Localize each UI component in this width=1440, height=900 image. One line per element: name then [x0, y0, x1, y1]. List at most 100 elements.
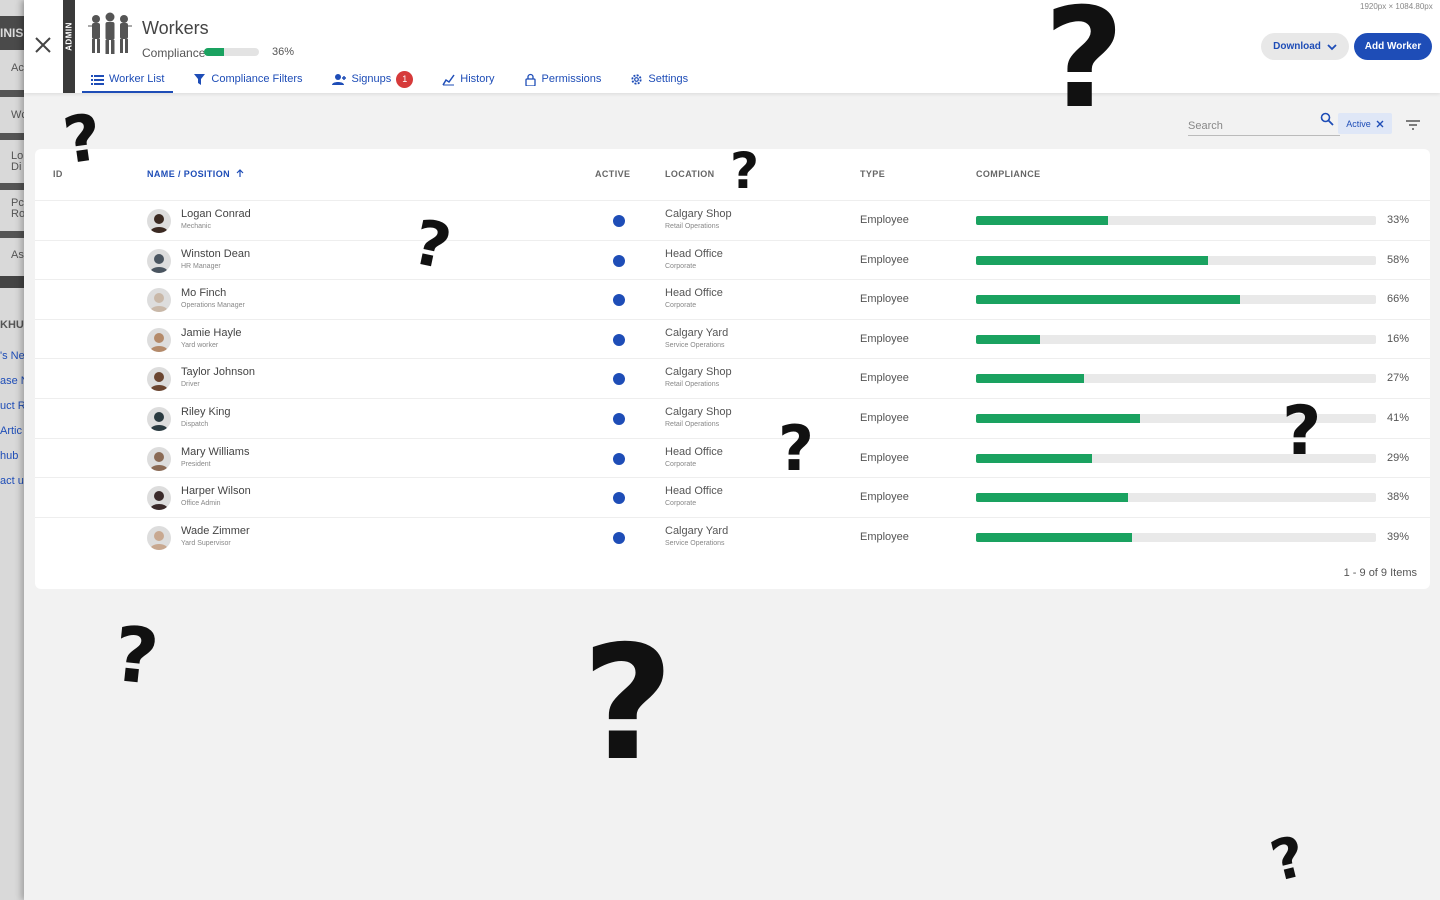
worker-position: Dispatch — [181, 421, 209, 428]
download-label: Download — [1273, 41, 1321, 52]
tab-signups[interactable]: Signups 1 — [323, 66, 423, 92]
column-header-id[interactable]: ID — [53, 169, 63, 179]
admin-strip: ADMIN — [63, 0, 75, 93]
table-row[interactable]: Mo Finch Operations Manager Head Office Cor… — [35, 279, 1430, 319]
worker-name[interactable]: Taylor Johnson — [181, 366, 255, 378]
avatar — [147, 525, 171, 550]
table-row[interactable]: Jamie Hayle Yard worker Calgary Yard Servic… — [35, 318, 1430, 359]
worker-location-group: Retail Operations — [665, 421, 720, 428]
compliance-pct: 27% — [1387, 372, 1410, 385]
compliance-bar — [976, 334, 1376, 344]
active-filter-chip[interactable]: Active — [1338, 113, 1392, 134]
active-indicator — [613, 413, 625, 425]
background-divider — [0, 133, 24, 140]
background-app-line: Ro — [11, 208, 24, 220]
add-worker-button[interactable]: Add Worker — [1354, 33, 1432, 60]
compliance-pct: 39% — [1387, 530, 1410, 543]
chevron-down-icon — [1327, 43, 1337, 50]
compliance-pct: 58% — [1387, 253, 1410, 266]
table-row[interactable]: Logan Conrad Mechanic Calgary Shop Retail O… — [35, 200, 1430, 240]
compliance-pct: 16% — [1387, 332, 1410, 345]
compliance-bar — [976, 532, 1376, 542]
worker-name[interactable]: Logan Conrad — [181, 208, 251, 220]
tab-settings[interactable]: Settings — [621, 66, 697, 92]
tab-permissions[interactable]: Permissions — [515, 66, 611, 92]
worker-name[interactable]: Jamie Hayle — [181, 327, 242, 339]
column-header-location[interactable]: LOCATION — [665, 169, 715, 179]
worker-type: Employee — [860, 332, 909, 345]
close-icon[interactable] — [32, 34, 54, 56]
compliance-bar-fill — [976, 216, 1108, 225]
search-input[interactable] — [1188, 112, 1308, 134]
filter-icon — [194, 73, 206, 85]
worker-name[interactable]: Winston Dean — [181, 248, 250, 260]
avatar — [147, 248, 171, 273]
worker-location-group: Corporate — [665, 500, 697, 508]
avatar — [147, 446, 171, 471]
table-row[interactable]: Taylor Johnson Driver Calgary Shop Retail O… — [35, 358, 1430, 398]
table-row[interactable]: Wade Zimmer Yard Supervisor Calgary Yard Se… — [35, 516, 1430, 557]
question-mark-overlay: ? — [1264, 824, 1312, 895]
active-indicator — [613, 215, 625, 227]
background-app-link: 's Ne — [0, 350, 24, 362]
lock-icon — [524, 73, 536, 86]
worker-type: Employee — [860, 530, 909, 543]
signups-badge: 1 — [396, 70, 414, 88]
tab-history[interactable]: History — [433, 66, 503, 92]
background-app-link: act u — [0, 475, 24, 487]
column-header-active[interactable]: ACTIVE — [595, 169, 630, 179]
question-mark-overlay: ? — [109, 608, 163, 703]
table-row[interactable]: Harper Wilson Office Admin Head Office Corp… — [35, 477, 1430, 517]
search-icon[interactable] — [1320, 112, 1334, 126]
compliance-bar-fill — [976, 453, 1092, 463]
compliance-bar — [976, 295, 1376, 305]
worker-type: Employee — [860, 451, 909, 464]
table-row[interactable]: Winston Dean HR Manager Head Office Corpora… — [35, 239, 1430, 280]
overall-compliance-pct: 36% — [272, 46, 295, 58]
compliance-bar-fill — [976, 414, 1140, 423]
worker-location: Head Office — [665, 287, 723, 300]
background-app-line: As — [11, 249, 24, 261]
tab-worker-list[interactable]: Worker List — [82, 66, 174, 93]
worker-location-group: Retail Operations — [665, 381, 720, 389]
worker-position: Office Admin — [181, 500, 221, 508]
worker-name[interactable]: Mo Finch — [181, 287, 226, 299]
search-box — [1188, 112, 1340, 136]
column-header-compliance[interactable]: COMPLIANCE — [976, 169, 1041, 179]
compliance-pct: 66% — [1387, 293, 1410, 306]
background-divider — [0, 90, 24, 97]
close-icon[interactable] — [1376, 120, 1384, 128]
download-button[interactable]: Download — [1261, 33, 1349, 60]
worker-location-group: Service Operations — [665, 341, 725, 349]
question-mark-overlay: ? — [1282, 392, 1322, 471]
filter-lines-icon[interactable] — [1405, 118, 1421, 132]
worker-location-group: Corporate — [665, 460, 697, 468]
table-row[interactable]: Riley King Dispatch Calgary Shop Retail Ope… — [35, 398, 1430, 438]
list-icon — [91, 74, 104, 85]
table-row[interactable]: Mary Williams President Head Office Corpora… — [35, 437, 1430, 478]
column-header-type[interactable]: TYPE — [860, 169, 885, 179]
tab-bar: Worker List Compliance Filters Signups 1… — [82, 66, 708, 93]
compliance-bar — [976, 216, 1376, 225]
worker-position: Operations Manager — [181, 302, 245, 310]
admin-label: ADMIN — [64, 22, 74, 51]
background-app-link: Artic — [0, 425, 22, 437]
compliance-bar-fill — [976, 255, 1208, 265]
worker-position: Mechanic — [181, 223, 211, 230]
workers-logo — [86, 10, 134, 56]
avatar — [147, 486, 171, 511]
worker-name[interactable]: Mary Williams — [181, 446, 249, 458]
column-header-name-label: NAME / POSITION — [147, 169, 231, 179]
background-app: INIS Ac Wc Lo Di Pc Ro As KHU 's Ne ase … — [0, 0, 24, 900]
workers-panel: ADMIN Workers Compliance 36% Worker List — [24, 0, 1440, 900]
column-header-name[interactable]: NAME / POSITION — [147, 169, 244, 179]
tab-compliance-filters[interactable]: Compliance Filters — [184, 66, 311, 92]
background-app-line: Ac — [11, 62, 24, 74]
active-indicator — [613, 492, 625, 505]
worker-name[interactable]: Wade Zimmer — [181, 525, 250, 537]
worker-location-group: Retail Operations — [665, 223, 720, 230]
worker-name[interactable]: Harper Wilson — [181, 485, 251, 497]
worker-name[interactable]: Riley King — [181, 406, 231, 418]
worker-position: President — [181, 460, 211, 468]
compliance-bar — [976, 255, 1376, 265]
